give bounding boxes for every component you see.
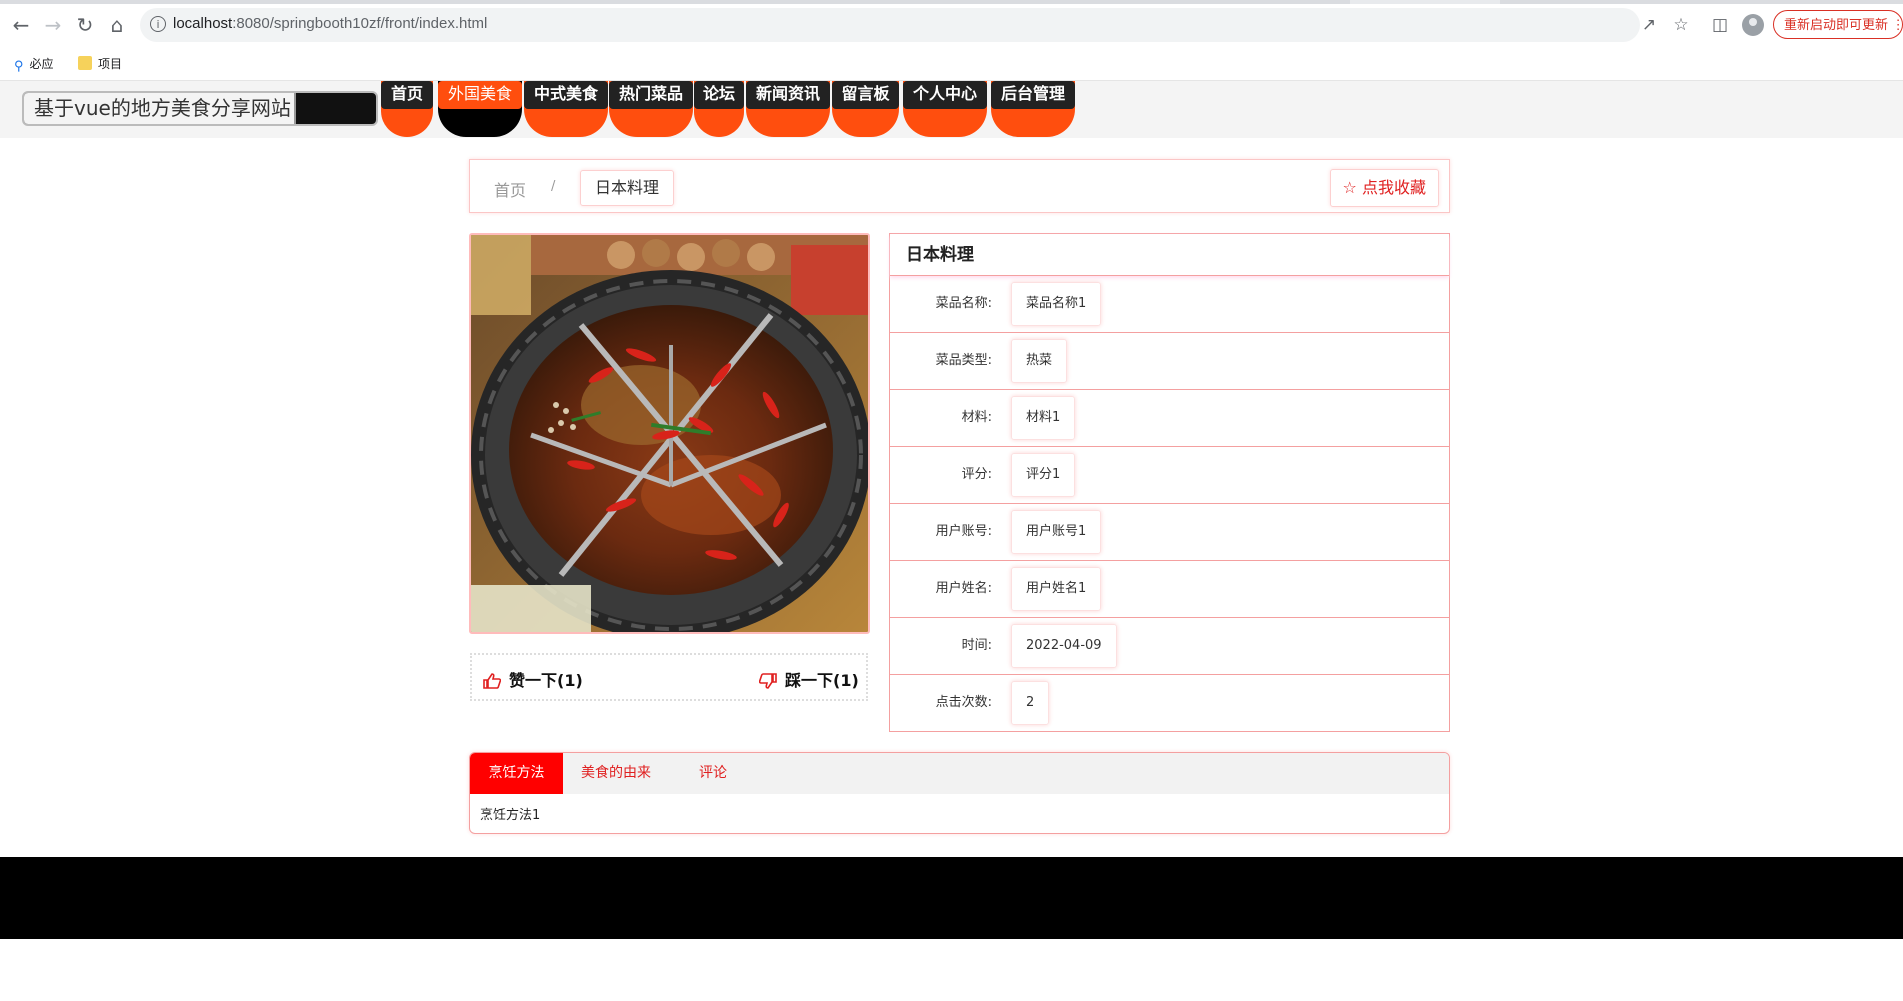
site-header: 基于vue的地方美食分享网站 首页 外国美食 中式美食 热门菜品 论坛 新闻资讯… [0,81,1903,138]
site-logo[interactable]: 基于vue的地方美食分享网站 [22,91,378,126]
profile-avatar-icon[interactable] [1742,14,1764,36]
search-icon: ⚲ [14,58,24,73]
detail-key: 菜品名称: [935,296,992,311]
site-footer [0,857,1903,939]
tab-comments[interactable]: 评论 [669,753,757,794]
favorite-label: 点我收藏 [1361,178,1426,197]
bookmark-bing[interactable]: ⚲ 必应 [14,55,54,73]
detail-row: 材料: 材料1 [890,390,1449,447]
detail-value: 2 [1011,681,1050,725]
nav-item-forum[interactable]: 论坛 [694,81,744,137]
tab-content: 烹饪方法1 [480,808,541,823]
nav-item-chinese-food[interactable]: 中式美食 [524,81,608,137]
detail-key: 材料: [961,410,992,425]
nav-label: 留言板 [832,81,899,109]
url-host: localhost [173,15,233,32]
content-tabs: 烹饪方法 美食的由来 评论 烹饪方法1 [469,752,1450,834]
share-icon[interactable]: ↗ [1636,12,1662,38]
address-url[interactable]: localhost:8080/springbooth10zf/front/ind… [173,15,487,32]
detail-value: 用户姓名1 [1011,567,1102,611]
nav-item-foreign-food[interactable]: 外国美食 [438,81,522,137]
nav-label: 热门菜品 [609,81,693,109]
detail-key: 点击次数: [935,695,992,710]
side-panel-icon[interactable]: ◫ [1707,12,1733,38]
tab-strip [0,0,1903,4]
site-info-icon[interactable]: i [150,16,166,32]
address-bar[interactable]: i localhost:8080/springbooth10zf/front/i… [140,8,1640,42]
nav-label: 中式美食 [524,81,608,109]
nav-label: 新闻资讯 [746,81,830,109]
nav-item-news[interactable]: 新闻资讯 [746,81,830,137]
detail-row: 用户账号: 用户账号1 [890,504,1449,561]
detail-row: 评分: 评分1 [890,447,1449,504]
url-path: :8080/springbooth10zf/front/index.html [232,15,488,32]
detail-row: 点击次数: 2 [890,675,1449,732]
detail-row: 菜品类型: 热菜 [890,333,1449,390]
nav-item-message-board[interactable]: 留言板 [832,81,899,137]
bookmark-project[interactable]: 项目 [78,55,122,73]
nav-label: 首页 [381,81,433,109]
breadcrumb-separator: / [551,179,556,194]
nav-item-hot-dishes[interactable]: 热门菜品 [609,81,693,137]
nav-item-home[interactable]: 首页 [381,81,433,137]
nav-item-personal-center[interactable]: 个人中心 [903,81,987,137]
detail-row: 菜品名称: 菜品名称1 [890,276,1449,333]
detail-value: 菜品名称1 [1011,282,1102,326]
site-title: 基于vue的地方美食分享网站 [24,93,296,124]
back-arrow-icon[interactable]: ← [8,12,34,38]
forward-arrow-icon[interactable]: → [40,12,66,38]
like-label: 赞一下(1) [509,671,583,690]
nav-label: 后台管理 [991,81,1075,109]
detail-key: 用户姓名: [935,581,992,596]
dislike-button[interactable]: 踩一下(1) [758,667,859,693]
breadcrumb-current: 日本料理 [580,170,675,206]
tab-inactive-indicator[interactable] [1500,0,1903,4]
tab-cooking-method[interactable]: 烹饪方法 [470,753,563,794]
bookmark-label: 项目 [98,57,123,71]
nav-label: 外国美食 [438,81,522,109]
detail-row: 时间: 2022-04-09 [890,618,1449,675]
detail-value: 材料1 [1011,396,1076,440]
tab-active-indicator[interactable] [0,0,1350,4]
tab-food-origin[interactable]: 美食的由来 [563,753,669,794]
bookmark-star-icon[interactable]: ☆ [1668,12,1694,38]
tabs-header: 烹饪方法 美食的由来 评论 [470,753,1449,794]
nav-item-admin[interactable]: 后台管理 [991,81,1075,137]
dish-image [469,233,870,634]
vote-panel: 赞一下(1) 踩一下(1) [470,653,868,701]
detail-key: 用户账号: [935,524,992,539]
folder-icon [78,56,92,70]
hotpot-illustration [471,235,868,632]
detail-value: 评分1 [1011,453,1076,497]
detail-key: 菜品类型: [935,353,992,368]
nav-label: 个人中心 [903,81,987,109]
nav-label: 论坛 [694,81,744,109]
detail-row: 用户姓名: 用户姓名1 [890,561,1449,618]
dish-detail-panel: 日本料理 菜品名称: 菜品名称1 菜品类型: 热菜 材料: 材料1 评分: 评分… [889,233,1450,732]
dislike-label: 踩一下(1) [785,671,859,690]
update-browser-button[interactable]: 重新启动即可更新 ⋮ [1773,10,1903,39]
update-button-label: 重新启动即可更新 [1784,17,1889,32]
browser-toolbar: ← → ↻ ⌂ i localhost:8080/springbooth10zf… [0,0,1903,49]
breadcrumb: 首页 / 日本料理 ☆ 点我收藏 [469,159,1450,213]
detail-value: 2022-04-09 [1011,624,1117,668]
detail-value: 用户账号1 [1011,510,1102,554]
thumbs-down-icon [758,673,777,693]
home-icon[interactable]: ⌂ [104,12,130,38]
detail-key: 时间: [961,638,992,653]
detail-key: 评分: [961,467,992,482]
breadcrumb-home-link[interactable]: 首页 [494,177,526,201]
detail-value: 热菜 [1011,339,1068,383]
thumbs-up-icon [483,673,502,693]
detail-title: 日本料理 [890,234,1449,276]
favorite-button[interactable]: ☆ 点我收藏 [1329,169,1439,207]
reload-icon[interactable]: ↻ [72,12,98,38]
bookmark-label: 必应 [29,57,54,71]
bookmarks-bar: ⚲ 必应 项目 [0,49,1903,81]
like-button[interactable]: 赞一下(1) [483,667,583,693]
star-icon: ☆ [1342,178,1357,197]
